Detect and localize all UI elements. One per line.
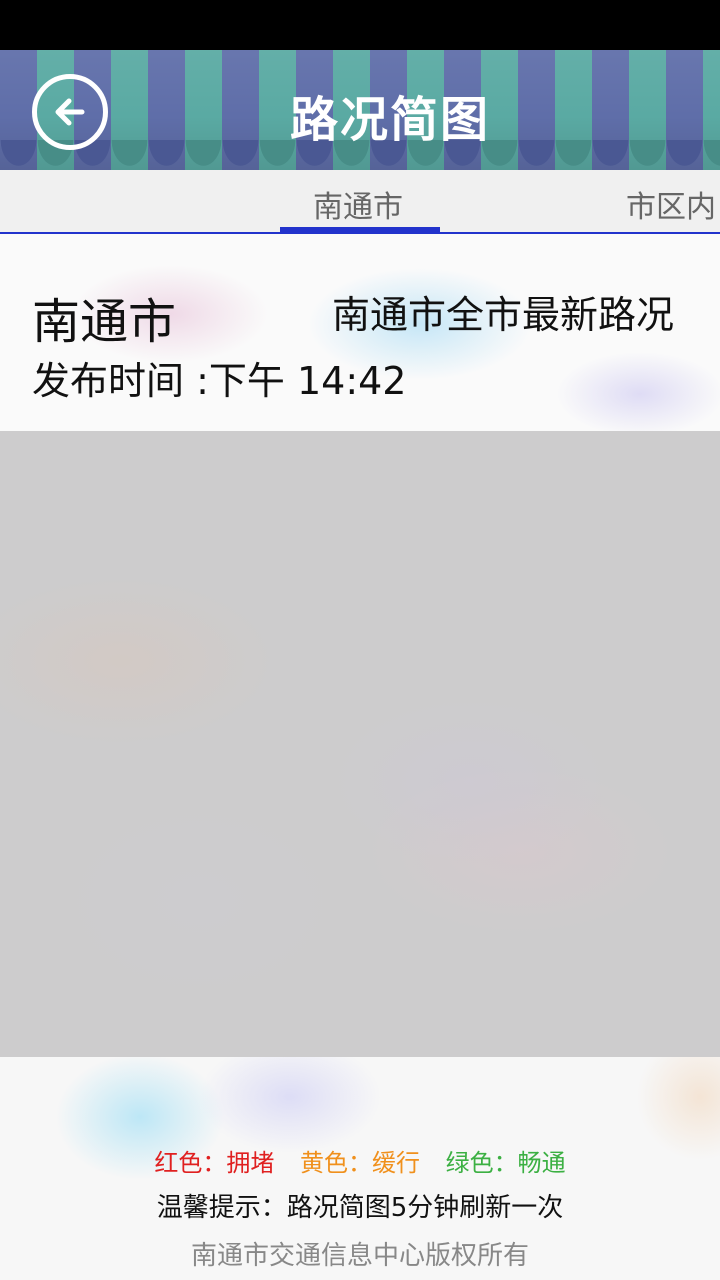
legend-congested: 红色：拥堵 bbox=[154, 1149, 275, 1177]
refresh-tip: 温馨提示：路况简图5分钟刷新一次 bbox=[156, 1193, 564, 1223]
traffic-headline: 南通市全市最新路况 bbox=[332, 293, 675, 337]
tab-bar: 南通市 市区内 bbox=[0, 170, 720, 234]
tab-urban[interactable]: 市区内 bbox=[626, 182, 716, 226]
page-title: 路况简图 bbox=[289, 92, 490, 148]
copyright: 南通市交通信息中心版权所有 bbox=[190, 1241, 529, 1271]
traffic-legend: 红色：拥堵 黄色：缓行 绿色：畅通 bbox=[0, 1143, 720, 1178]
status-bar bbox=[0, 0, 720, 50]
legend-slow: 黄色：缓行 bbox=[300, 1149, 420, 1177]
info-panel: 南通市 南通市全市最新路况 发布时间 :下午 14:42 bbox=[0, 234, 720, 431]
city-name: 南通市 bbox=[32, 294, 177, 350]
legend-clear: 绿色：畅通 bbox=[445, 1149, 566, 1177]
publish-time: 发布时间 :下午 14:42 bbox=[32, 359, 407, 403]
tab-nantong[interactable]: 南通市 bbox=[313, 182, 403, 226]
traffic-map[interactable] bbox=[0, 431, 720, 1057]
app-header: 路况简图 bbox=[0, 50, 720, 170]
tab-indicator bbox=[280, 227, 440, 232]
footer: 红色：拥堵 黄色：缓行 绿色：畅通 温馨提示：路况简图5分钟刷新一次 南通市交通… bbox=[0, 1057, 720, 1280]
